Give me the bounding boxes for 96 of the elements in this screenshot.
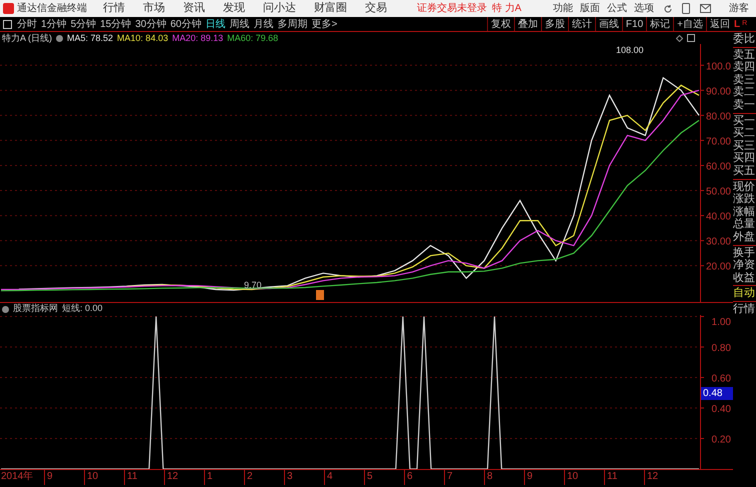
min-price-label: 9.70: [244, 280, 262, 290]
menu-item[interactable]: 交易: [365, 0, 387, 17]
max-price-label: 108.00: [616, 45, 644, 55]
period-tab[interactable]: 5分钟: [68, 16, 98, 32]
menu-item[interactable]: 功能: [553, 1, 573, 16]
period-tab[interactable]: 1分钟: [39, 16, 69, 32]
time-axis-label: 5: [364, 470, 404, 485]
axis-label: 60.00: [706, 161, 731, 172]
quote-field-label: 卖一: [733, 98, 756, 112]
time-axis-label: 2: [244, 470, 284, 485]
quote-field-label: 委比: [733, 33, 756, 46]
axis-label: 100.0: [706, 61, 731, 72]
axis-label: 90.00: [706, 86, 731, 98]
menu-item[interactable]: 问小达: [263, 0, 296, 17]
menu-item[interactable]: 财富圈: [314, 0, 347, 17]
quote-field-label: 现价: [733, 180, 756, 193]
time-axis-label: 3: [284, 470, 324, 485]
quote-field-label: 收益: [733, 272, 756, 284]
time-axis-label: 10: [564, 470, 604, 485]
axis-label: 1.00: [712, 317, 731, 328]
time-axis-label: 9: [524, 470, 564, 485]
menu-item[interactable]: 行情: [103, 0, 125, 17]
period-tab[interactable]: 60分钟: [168, 16, 204, 32]
quote-field-label: 净资: [733, 259, 756, 272]
quote-field-label: 卖四: [733, 61, 756, 74]
time-axis-label: 9: [44, 470, 84, 485]
quote-field-label: 涨跌: [733, 193, 756, 206]
time-axis-label: 1: [204, 470, 244, 485]
axis-label: 0.20: [712, 434, 731, 446]
app-name: 通达信金融终端: [17, 2, 87, 16]
period-tab[interactable]: 月线: [252, 16, 276, 32]
axis-label: 30.00: [706, 236, 731, 248]
menu-item[interactable]: 公式: [607, 1, 627, 16]
time-axis-label: 4: [324, 470, 364, 485]
side-button[interactable]: 行情: [733, 302, 756, 318]
axis-label: 50.00: [706, 186, 731, 198]
login-status: 证券交易未登录: [417, 2, 487, 16]
period-tab[interactable]: 周线: [228, 16, 252, 32]
toolbar-button[interactable]: 统计: [568, 17, 595, 31]
side-button[interactable]: 自动: [733, 286, 756, 302]
stock-name: 特 力A: [492, 2, 522, 16]
axis-label: 20.00: [706, 262, 731, 273]
period-tab[interactable]: 30分钟: [133, 16, 168, 32]
quote-field-label: 卖五: [733, 48, 756, 61]
period-tab[interactable]: 更多>: [310, 16, 340, 32]
menu-item[interactable]: 市场: [143, 0, 165, 17]
ma-value: MA20: 89.13: [172, 32, 224, 44]
time-axis-label: 7: [444, 470, 484, 485]
menu-item[interactable]: 资讯: [183, 0, 205, 17]
quote-field-label: 买四: [733, 152, 756, 165]
quote-field-label: 买三: [733, 140, 756, 152]
period-tab[interactable]: 日线: [204, 16, 228, 32]
time-axis-label: 12: [164, 470, 204, 485]
axis-label: 70.00: [706, 136, 731, 148]
cursor-value-label: 0.48: [701, 387, 733, 400]
toolbar-button[interactable]: 画线: [594, 17, 622, 31]
axis-label: 0.60: [712, 374, 731, 385]
period-tab[interactable]: 15分钟: [98, 16, 134, 32]
quote-field-label: 涨幅: [733, 206, 756, 218]
period-tab[interactable]: 分时: [15, 16, 39, 32]
quote-field-label: 买二: [733, 127, 756, 140]
quote-field-label: 外盘: [733, 230, 756, 244]
toolbar-button[interactable]: 多股: [540, 17, 568, 31]
period-tab[interactable]: 多周期: [276, 16, 310, 32]
menu-item[interactable]: 发现: [223, 0, 245, 17]
menu-item[interactable]: 版面: [580, 1, 600, 16]
chart-stock-label: 特力A (日线): [2, 32, 52, 44]
quote-field-label: 换手: [733, 246, 756, 259]
time-axis-label: 8: [484, 470, 524, 485]
ma-value: MA10: 84.03: [117, 32, 168, 44]
toolbar-button[interactable]: +自选: [673, 17, 706, 31]
time-axis-label: 2014年: [0, 470, 34, 484]
quote-field-label: 卖三: [733, 74, 756, 86]
axis-label: 40.00: [706, 212, 731, 223]
axis-label: 80.00: [706, 111, 731, 122]
time-axis-label: 11: [604, 470, 644, 485]
quote-field-label: 买五: [733, 164, 756, 178]
menu-item[interactable]: 选项: [634, 1, 654, 16]
toolbar-button[interactable]: 叠加: [514, 17, 541, 31]
axis-label: 0.80: [712, 343, 731, 354]
quote-field-label: 总量: [733, 218, 756, 231]
time-axis-label: 12: [644, 470, 684, 485]
indicator-source: 股票指标网: [13, 302, 58, 316]
quote-field-label: 买一: [733, 114, 756, 127]
time-axis-label: 6: [404, 470, 444, 485]
ma-value: MA60: 79.68: [227, 32, 278, 44]
indicator-reading: 短线: 0.00: [62, 302, 103, 316]
time-axis-label: 11: [124, 470, 164, 485]
quote-field-label: 卖二: [733, 86, 756, 99]
toolbar-button[interactable]: 标记: [646, 17, 674, 31]
user-label[interactable]: 游客: [729, 1, 749, 16]
ma-value: MA5: 78.52: [67, 32, 114, 44]
axis-label: 0.40: [712, 404, 731, 415]
toolbar-button[interactable]: 复权: [486, 17, 514, 31]
toolbar-button[interactable]: F10: [622, 17, 646, 31]
time-axis-label: 10: [84, 470, 124, 485]
